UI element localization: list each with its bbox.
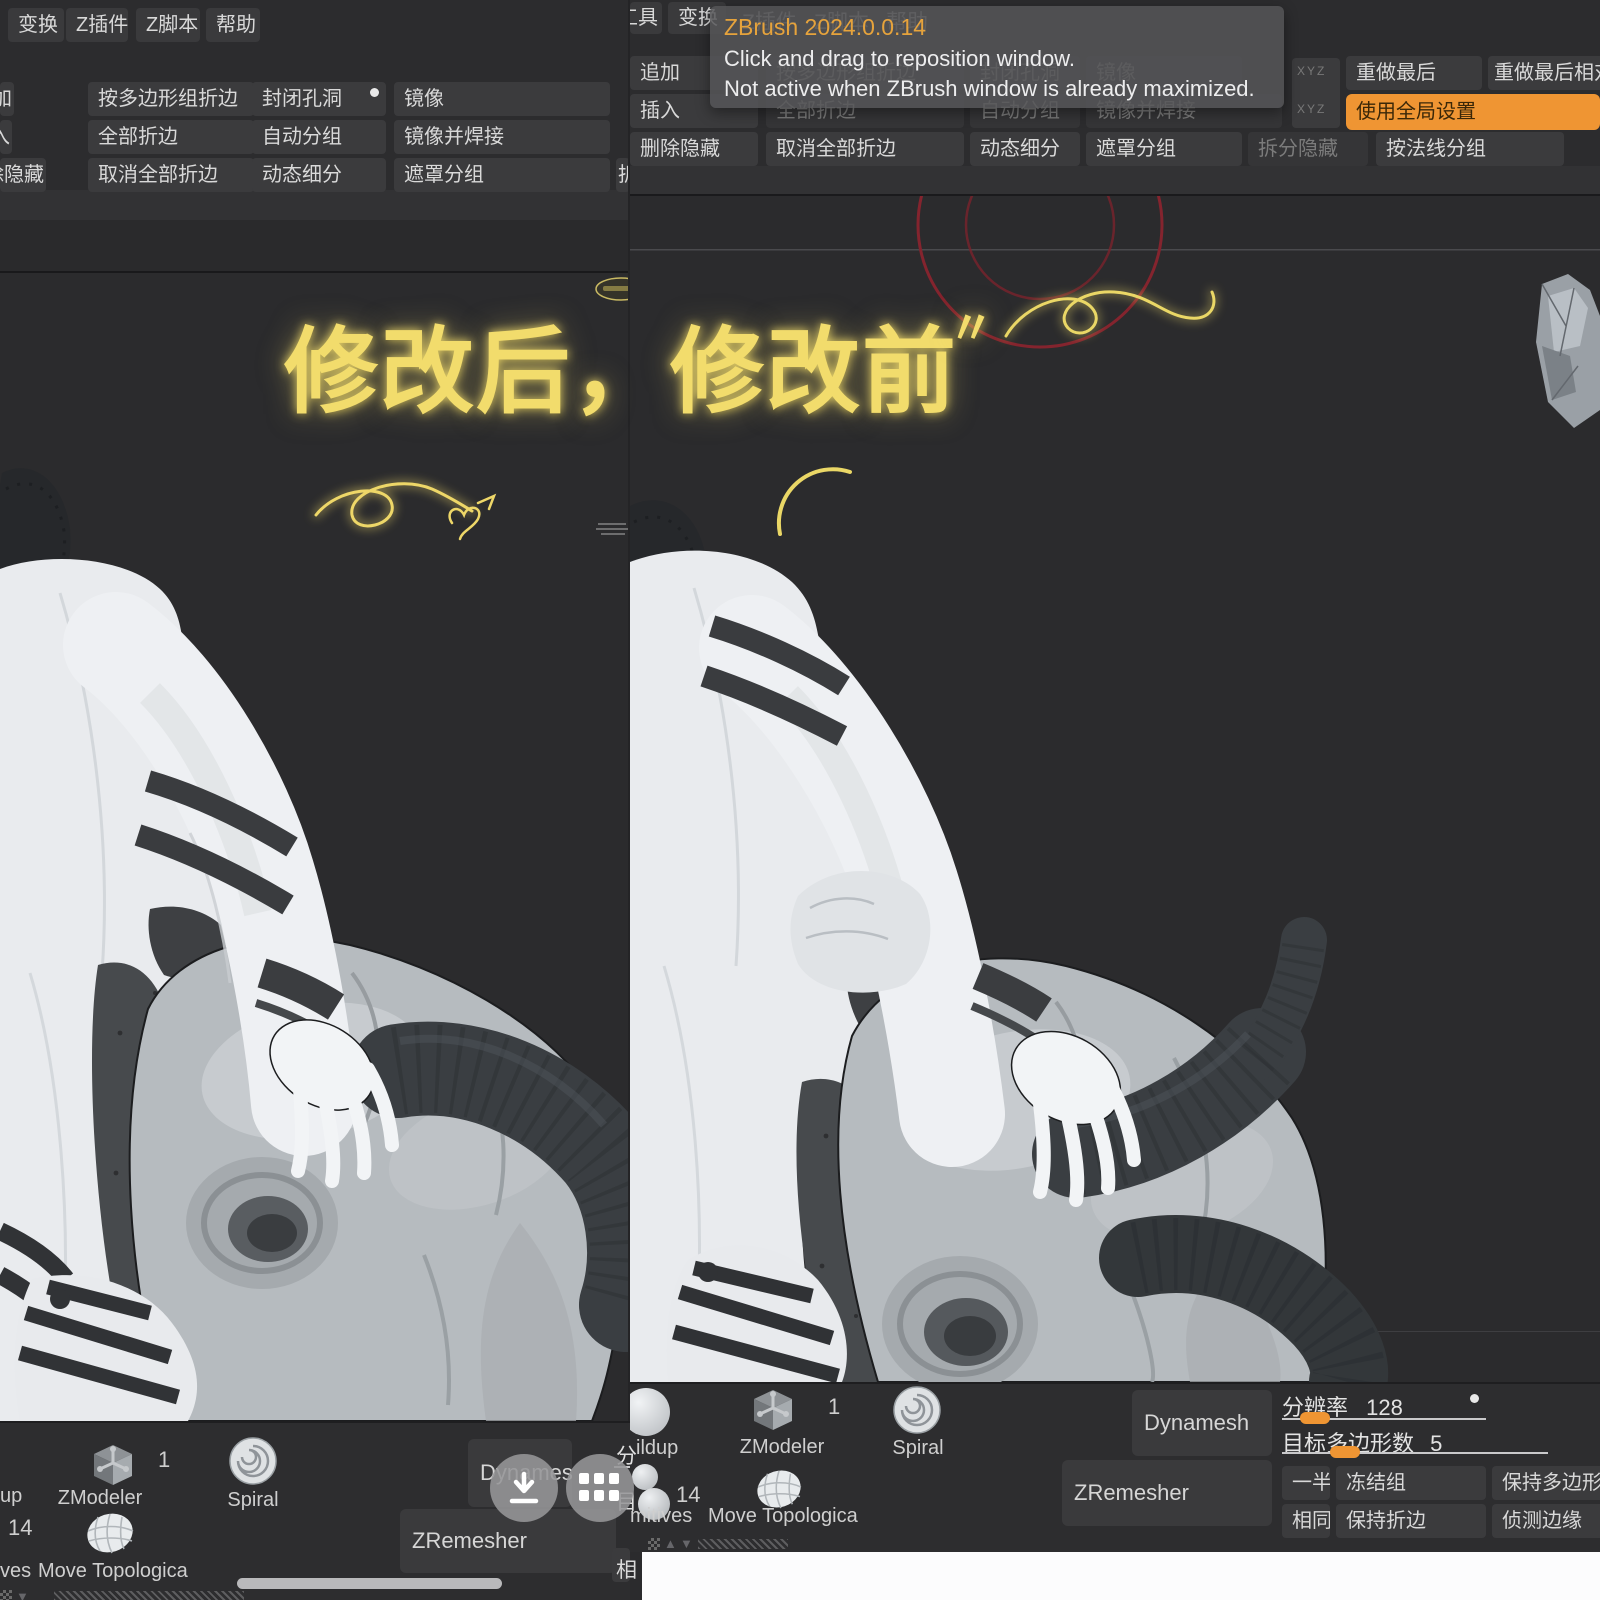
dock-hatch-bar[interactable] [54, 1591, 244, 1600]
toolbar-append-cut[interactable]: 追加 [0, 82, 14, 116]
move-topological-icon-right[interactable] [754, 1468, 804, 1510]
axis-hint-top: XYZ [1297, 64, 1326, 78]
spiral-label[interactable]: Spiral [222, 1489, 284, 1512]
toolbar-mask-groups[interactable]: 遮罩分组 [394, 158, 610, 192]
brush-badge-14: 14 [8, 1515, 32, 1541]
dock-hatch-bar-right[interactable] [698, 1539, 788, 1549]
caption-before: 修改前 [670, 296, 958, 432]
toolbar-split-hidden-dim[interactable]: 拆分隐藏 [1248, 132, 1368, 166]
dynamesh-button-right[interactable]: Dynamesh [1132, 1390, 1272, 1456]
close-holes-indicator-dot [370, 88, 379, 97]
redo-last-button[interactable]: 重做最后 [1346, 56, 1482, 90]
left-sculpt-viewport[interactable] [0, 273, 630, 1421]
dock-nav-down-icon[interactable]: ▼ [16, 1590, 29, 1600]
grid-icon [579, 1473, 621, 1503]
buildup-sphere-icon[interactable] [630, 1388, 670, 1436]
right-band [630, 166, 1600, 194]
buildup-cut-label: ildup [636, 1437, 692, 1460]
sliver-same-char: 相 [616, 1554, 637, 1584]
detect-edges-button[interactable]: 侦测边缘 [1492, 1504, 1600, 1538]
spiral-shell-icon[interactable] [226, 1435, 280, 1487]
zmodeler-cube-icon-right[interactable] [746, 1386, 800, 1432]
left-band-dark [0, 220, 630, 272]
toolbar-dynamic-subdiv-right[interactable]: 动态细分 [970, 132, 1080, 166]
toolbar-crease-all[interactable]: 全部折边 [88, 120, 254, 154]
dock-nav-up-icon[interactable]: ▲ [664, 1537, 677, 1550]
dock-corner-checker-right [648, 1538, 660, 1550]
tooltip-popup: ZBrush 2024.0.0.14 Click and drag to rep… [710, 6, 1284, 108]
resolution-value: 128 [1366, 1395, 1403, 1420]
use-global-settings-button[interactable]: 使用全局设置 [1346, 94, 1600, 130]
menu-zscript[interactable]: Z脚本 [136, 8, 200, 42]
toolbar-mirror-weld[interactable]: 镜像并焊接 [394, 120, 610, 154]
cut-curves-label: ves [0, 1560, 32, 1583]
cut-brush-label: up [0, 1485, 26, 1508]
white-letterbox [642, 1552, 1600, 1600]
primitives-cut-label: mitives [630, 1505, 700, 1528]
tooltip-line1: Click and drag to reposition window. [724, 46, 1075, 72]
menu-tool-cut[interactable]: 工具 [630, 2, 662, 34]
menu-help[interactable]: 帮助 [206, 8, 260, 42]
resolution-indicator-dot [1470, 1394, 1479, 1403]
tooltip-title: ZBrush 2024.0.0.14 [724, 14, 926, 41]
zmodeler-label[interactable]: ZModeler [40, 1487, 160, 1510]
toolbar-insert-cut[interactable]: 插入 [0, 120, 12, 154]
same-button[interactable]: 相同 [1282, 1504, 1330, 1538]
keep-creases-button[interactable]: 保持折边 [1336, 1504, 1486, 1538]
toolbar-close-holes[interactable]: 封闭孔洞 [252, 82, 386, 116]
menu-transform[interactable]: 变换 [8, 8, 64, 42]
spiral-shell-icon-right[interactable] [888, 1384, 946, 1436]
move-topological-icon[interactable] [84, 1511, 136, 1555]
toolbar-del-hidden-right[interactable]: 删除隐藏 [630, 132, 758, 166]
caption-after: 修改后， [284, 296, 668, 432]
toolbar-dynamic-subdiv[interactable]: 动态细分 [252, 158, 386, 192]
keep-polygroups-button[interactable]: 保持多边形组 [1492, 1466, 1600, 1500]
dock-nav-down-icon-right[interactable]: ▼ [680, 1537, 693, 1550]
right-dock: ildup 1 ZModeler Spiral 14 mitives Move … [630, 1382, 1600, 1552]
zbrush-comparison-screenshot: 变换 Z插件 Z脚本 帮助 追加 按多边形组折边 封闭孔洞 镜像 插入 全部折边… [0, 0, 1600, 1600]
resolution-slider-handle[interactable] [1300, 1412, 1330, 1424]
freeze-groups-button[interactable]: 冻结组 [1336, 1466, 1486, 1500]
download-icon [504, 1468, 544, 1508]
zmodeler-label-right[interactable]: ZModeler [734, 1436, 830, 1459]
half-button[interactable]: 一半 [1282, 1466, 1330, 1500]
tooltip-line2: Not active when ZBrush window is already… [724, 76, 1255, 102]
target-slider-handle[interactable] [1330, 1446, 1360, 1458]
zremesher-button-right[interactable]: ZRemesher [1062, 1460, 1272, 1526]
move-topological-label[interactable]: Move Topologica [38, 1560, 218, 1583]
toolbar-del-hidden-cut[interactable]: 删除隐藏 [0, 158, 46, 192]
toolbar-crease-pg[interactable]: 按多边形组折边 [88, 82, 254, 116]
move-topological-label-right[interactable]: Move Topologica [708, 1505, 878, 1528]
toolbar-uncrease-all[interactable]: 取消全部折边 [88, 158, 254, 192]
zmodeler-cube-icon[interactable] [86, 1441, 140, 1487]
toolbar-mirror[interactable]: 镜像 [394, 82, 610, 116]
toolbar-close-holes-label: 封闭孔洞 [262, 88, 342, 110]
toolbar-uncrease-all-right[interactable]: 取消全部折边 [766, 132, 964, 166]
left-band [0, 190, 630, 220]
spiral-label-right[interactable]: Spiral [888, 1437, 948, 1460]
horizon-line [630, 249, 1600, 251]
axis-hint-bottom: XYZ [1297, 102, 1326, 116]
toolbar-group-by-normals[interactable]: 按法线分组 [1376, 132, 1564, 166]
grid-menu-floating-button[interactable] [566, 1454, 634, 1522]
dock-corner-checker [0, 1590, 12, 1600]
zmodeler-badge-right: 1 [828, 1394, 840, 1420]
target-slider-track[interactable] [1282, 1452, 1548, 1454]
toolbar-mask-groups-right[interactable]: 遮罩分组 [1086, 132, 1242, 166]
dock-scrollbar[interactable] [237, 1578, 502, 1589]
menu-zplugin[interactable]: Z插件 [66, 8, 128, 42]
download-floating-button[interactable] [490, 1454, 558, 1522]
zmodeler-badge: 1 [158, 1447, 170, 1473]
toolbar-auto-groups[interactable]: 自动分组 [252, 120, 386, 154]
zremesher-button-left[interactable]: ZRemesher [400, 1509, 616, 1573]
redo-last-relative-button[interactable]: 重做最后相对 [1488, 56, 1600, 90]
caption-tick-mark: 〃 [948, 292, 996, 358]
